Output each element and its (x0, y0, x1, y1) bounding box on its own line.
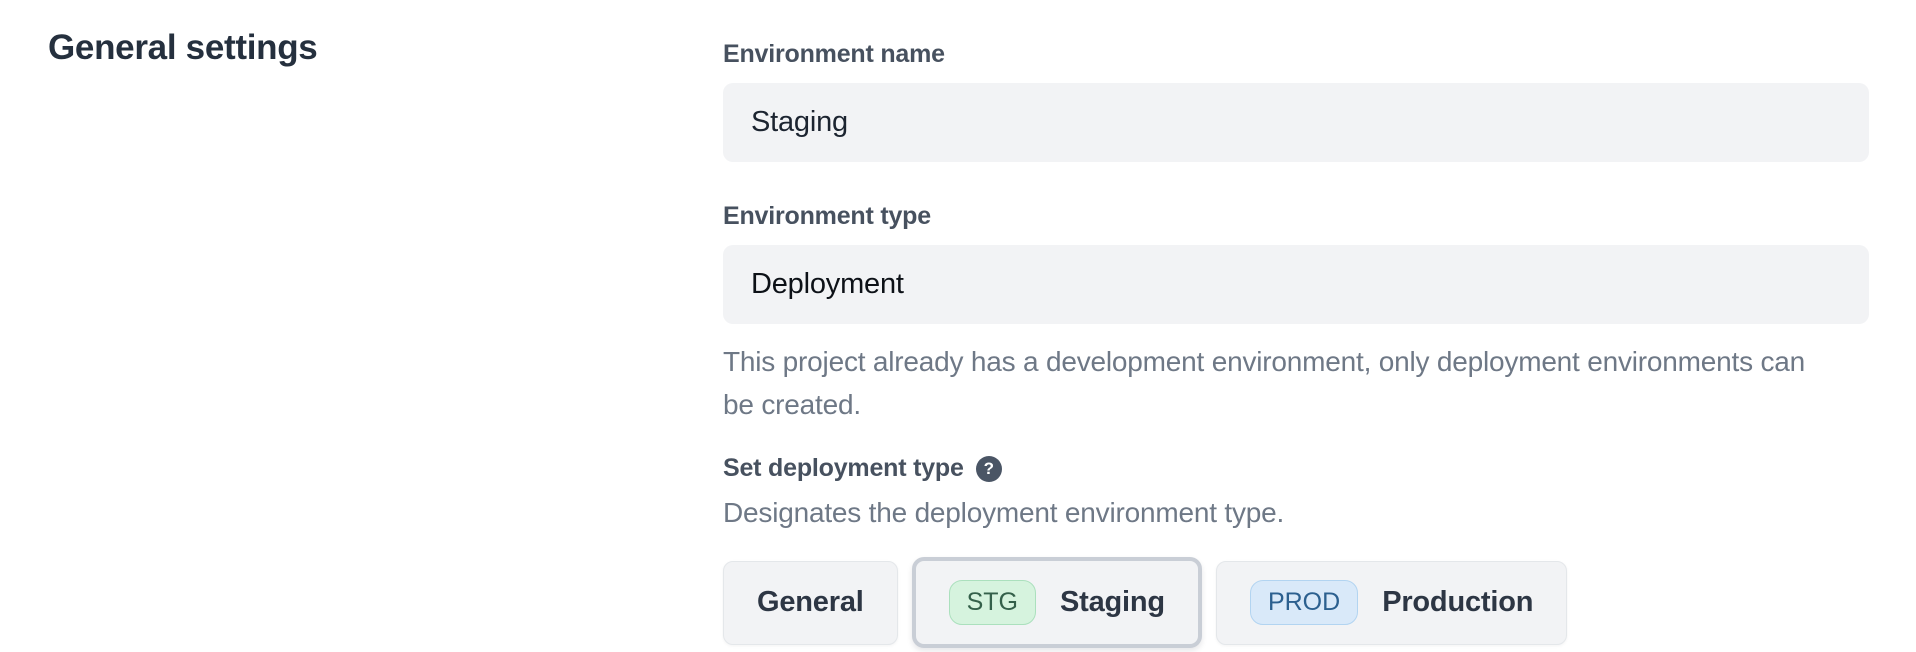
deployment-type-label: Set deployment type (723, 454, 964, 483)
general-option-label: General (757, 586, 864, 619)
question-mark-icon[interactable]: ? (976, 456, 1002, 482)
environment-type-input[interactable] (723, 245, 1869, 324)
stg-badge: STG (949, 580, 1036, 625)
settings-form: Environment name Environment type This p… (723, 40, 1869, 648)
production-option-label: Production (1382, 586, 1533, 619)
staging-option-button[interactable]: STG Staging (912, 557, 1202, 648)
deployment-type-label-row: Set deployment type ? (723, 454, 1869, 483)
general-option-button[interactable]: General (723, 561, 898, 645)
environment-name-label: Environment name (723, 40, 1869, 69)
environment-type-help-text: This project already has a development e… (723, 340, 1823, 426)
general-settings-page: General settings Environment name Enviro… (0, 0, 1916, 652)
environment-type-label: Environment type (723, 202, 1869, 231)
staging-option-label: Staging (1060, 586, 1165, 619)
deployment-type-options: General STG Staging PROD Production (723, 557, 1869, 648)
page-title: General settings (48, 28, 317, 68)
deployment-type-description: Designates the deployment environment ty… (723, 497, 1869, 529)
prod-badge: PROD (1250, 580, 1358, 625)
environment-name-input[interactable] (723, 83, 1869, 162)
production-option-button[interactable]: PROD Production (1216, 561, 1567, 645)
